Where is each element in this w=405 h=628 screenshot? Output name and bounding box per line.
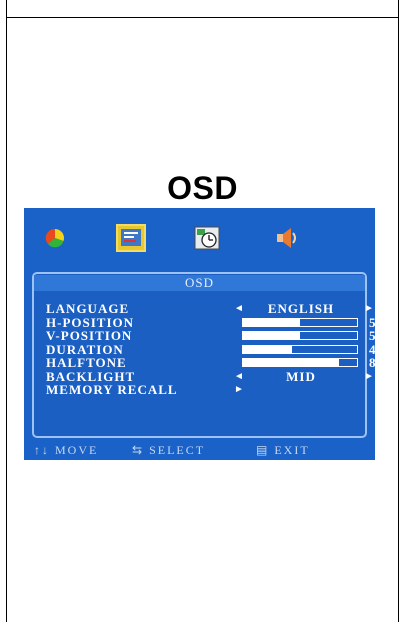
top-rule [6, 17, 399, 18]
halftone-value: 84 [369, 355, 375, 370]
menu-item-label: MEMORY RECALL [46, 382, 178, 397]
left-arrow-icon[interactable]: ◄ [234, 370, 245, 384]
menu-item-memory-recall[interactable]: MEMORY RECALL ► [46, 383, 368, 397]
menu-item-v-position[interactable]: V-POSITION 50 [46, 328, 375, 343]
speaker-icon[interactable] [272, 224, 302, 252]
menu-item-language[interactable]: LANGUAGE ◄ ENGLISH ► [46, 301, 374, 316]
slider-fill [243, 359, 339, 366]
exit-label: EXIT [274, 443, 310, 457]
move-label: MOVE [55, 443, 99, 457]
left-arrow-icon[interactable]: ◄ [234, 302, 245, 316]
exit-hint: ▤ EXIT [256, 442, 310, 458]
slider-fill [243, 332, 300, 339]
slider-fill [243, 345, 293, 353]
menu-key-icon: ▤ [256, 443, 270, 457]
menu-item-label: V-POSITION [46, 328, 133, 343]
image-icon[interactable] [116, 224, 146, 252]
language-value: ENGLISH [267, 301, 335, 316]
backlight-value: MID [286, 368, 316, 384]
osd-screen: OSD LANGUAGE ◄ ENGLISH ► H-POSITION 50 V… [24, 208, 375, 460]
osd-icon-row [24, 208, 375, 270]
select-label: SELECT [149, 443, 206, 457]
duration-slider[interactable] [242, 344, 358, 354]
menu-item-h-position[interactable]: H-POSITION 50 [46, 314, 375, 330]
move-hint: ↑↓ MOVE [34, 442, 98, 458]
menu-item-halftone[interactable]: HALFTONE 84 [46, 355, 375, 370]
h-position-value: 50 [369, 314, 375, 330]
menu-item-label: HALFTONE [46, 355, 127, 370]
slider-fill [243, 318, 300, 326]
clock-icon[interactable] [192, 224, 222, 252]
menu-item-duration[interactable]: DURATION 43 [46, 341, 375, 357]
left-right-arrows-icon: ⇆ [132, 443, 145, 457]
v-position-value: 50 [369, 328, 375, 343]
select-hint: ⇆ SELECT [132, 442, 205, 458]
color-icon[interactable] [40, 224, 70, 252]
right-arrow-icon[interactable]: ► [234, 383, 245, 397]
menu-item-backlight[interactable]: BACKLIGHT ◄ MID ► [46, 368, 374, 384]
menu-item-label: LANGUAGE [46, 301, 130, 316]
osd-footer: ↑↓ MOVE ⇆ SELECT ▤ EXIT [32, 442, 367, 458]
menu-item-label: H-POSITION [46, 314, 135, 330]
h-position-slider[interactable] [242, 317, 358, 327]
duration-value: 43 [369, 341, 375, 357]
up-down-arrows-icon: ↑↓ [34, 443, 50, 457]
page-heading: OSD [167, 170, 238, 206]
menu-title: OSD [34, 275, 365, 291]
right-arrow-icon[interactable]: ► [364, 302, 375, 316]
menu-item-label: DURATION [46, 341, 124, 357]
right-arrow-icon[interactable]: ► [364, 370, 375, 384]
menu-item-label: BACKLIGHT [46, 368, 136, 384]
osd-menu: OSD LANGUAGE ◄ ENGLISH ► H-POSITION 50 V… [32, 272, 375, 438]
halftone-slider[interactable] [242, 358, 358, 367]
v-position-slider[interactable] [242, 331, 358, 340]
menu-list: LANGUAGE ◄ ENGLISH ► H-POSITION 50 V-POS… [46, 301, 375, 397]
